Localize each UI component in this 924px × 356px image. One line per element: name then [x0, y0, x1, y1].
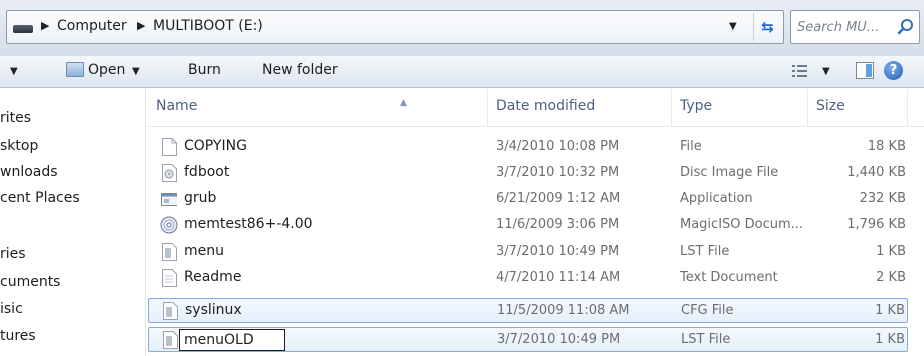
open-dropdown-icon[interactable]: ▼ — [132, 66, 140, 77]
file-name: COPYING — [184, 138, 247, 154]
file-type: LST File — [681, 332, 731, 347]
file-type: Disc Image File — [680, 165, 779, 180]
column-header-date[interactable]: Date modified — [488, 89, 672, 126]
rename-input[interactable] — [179, 329, 285, 351]
command-bar: ▼ Open ▼ Burn New folder ▼ ? — [0, 56, 924, 88]
file-row[interactable]: menu 3/7/2010 10:49 PM LST File 1 KB — [148, 239, 908, 264]
file-type: Application — [680, 191, 753, 206]
header-divider — [148, 126, 924, 127]
file-name: menu — [184, 243, 224, 259]
search-input[interactable] — [797, 18, 893, 36]
file-size: 1,796 KB — [847, 217, 906, 232]
file-type: CFG File — [681, 303, 734, 318]
file-date: 11/6/2009 3:06 PM — [496, 217, 620, 232]
file-size: 2 KB — [876, 270, 906, 285]
file-type: File — [680, 139, 702, 154]
refresh-icon[interactable]: ⇆ — [753, 13, 781, 41]
text-document-icon — [162, 269, 177, 287]
config-file-icon — [163, 302, 178, 320]
file-size: 1 KB — [876, 244, 906, 259]
nav-item-favorites[interactable]: rites — [0, 110, 31, 126]
organize-dropdown-icon[interactable]: ▼ — [10, 66, 18, 77]
file-type: Text Document — [680, 270, 778, 285]
nav-item-music[interactable]: isic — [0, 301, 23, 317]
blank-file-icon — [162, 138, 177, 156]
file-row[interactable]: COPYING 3/4/2010 10:08 PM File 18 KB — [148, 134, 908, 159]
search-box[interactable] — [790, 10, 920, 44]
navigation-pane: rites sktop wnloads cent Places ries cum… — [0, 89, 146, 356]
cd-icon — [160, 216, 178, 234]
text-file-icon — [163, 331, 178, 349]
file-date: 3/7/2010 10:49 PM — [496, 244, 620, 259]
file-name: memtest86+-4.00 — [184, 216, 313, 232]
change-view-icon[interactable] — [792, 64, 808, 78]
column-size-label: Size — [816, 98, 845, 114]
file-name: fdboot — [184, 164, 230, 180]
file-name: grub — [184, 190, 217, 206]
file-row-renaming[interactable]: 3/7/2010 10:49 PM LST File 1 KB — [148, 327, 908, 352]
breadcrumb-separator-icon[interactable]: ▶ — [137, 19, 145, 32]
file-date: 3/7/2010 10:32 PM — [496, 165, 620, 180]
file-date: 11/5/2009 11:08 AM — [497, 303, 630, 318]
nav-item-libraries[interactable]: ries — [0, 246, 26, 262]
computer-icon — [13, 25, 33, 33]
nav-item-pictures[interactable]: tures — [0, 328, 36, 344]
file-size: 1 KB — [875, 332, 905, 347]
file-row[interactable]: Readme 4/7/2010 11:14 AM Text Document 2… — [148, 265, 908, 290]
preview-pane-icon[interactable] — [856, 62, 874, 79]
file-date: 3/4/2010 10:08 PM — [496, 139, 620, 154]
open-button[interactable]: Open — [88, 62, 125, 78]
file-size: 18 KB — [867, 139, 906, 154]
views-dropdown-icon[interactable]: ▼ — [822, 66, 830, 77]
file-name: syslinux — [185, 302, 242, 318]
column-header-type[interactable]: Type — [672, 89, 808, 126]
file-row-selected[interactable]: syslinux 11/5/2009 11:08 AM CFG File 1 K… — [148, 298, 908, 323]
column-type-label: Type — [680, 98, 713, 114]
file-row[interactable]: grub 6/21/2009 1:12 AM Application 232 K… — [148, 186, 908, 211]
text-file-icon — [162, 243, 177, 261]
breadcrumb-separator-icon[interactable]: ▶ — [41, 19, 49, 32]
nav-item-documents[interactable]: cuments — [0, 274, 60, 290]
search-icon[interactable] — [897, 18, 915, 36]
column-header-name[interactable]: Name ▲ — [148, 89, 488, 126]
new-folder-button[interactable]: New folder — [262, 62, 338, 78]
file-size: 232 KB — [859, 191, 906, 206]
file-type: LST File — [680, 244, 730, 259]
nav-item-desktop[interactable]: sktop — [0, 138, 38, 154]
nav-item-downloads[interactable]: wnloads — [0, 164, 58, 180]
nav-item-recent-places[interactable]: cent Places — [0, 190, 80, 206]
breadcrumb-computer[interactable]: Computer — [57, 18, 127, 34]
file-type: MagicISO Docum... — [680, 217, 804, 232]
open-icon[interactable] — [66, 62, 84, 77]
file-date: 6/21/2009 1:12 AM — [496, 191, 621, 206]
file-row[interactable]: fdboot 3/7/2010 10:32 PM Disc Image File… — [148, 160, 908, 185]
sort-ascending-icon: ▲ — [400, 98, 407, 108]
file-size: 1,440 KB — [847, 165, 906, 180]
file-date: 4/7/2010 11:14 AM — [496, 270, 621, 285]
address-bar[interactable]: ▶ Computer ▶ MULTIBOOT (E:) ▼ ⇆ — [6, 10, 784, 44]
address-strip: ▶ Computer ▶ MULTIBOOT (E:) ▼ ⇆ — [0, 0, 924, 56]
breadcrumb-multiboot[interactable]: MULTIBOOT (E:) — [153, 18, 263, 34]
address-dropdown-icon[interactable]: ▼ — [729, 21, 737, 32]
disc-image-file-icon — [162, 164, 177, 182]
application-icon — [161, 193, 177, 206]
file-name: Readme — [184, 269, 242, 285]
file-row[interactable]: memtest86+-4.00 11/6/2009 3:06 PM MagicI… — [148, 212, 908, 237]
column-header-size[interactable]: Size — [808, 89, 908, 126]
column-name-label: Name — [156, 98, 198, 114]
file-list: Name ▲ Date modified Type Size COPYING 3… — [148, 89, 924, 356]
help-icon[interactable]: ? — [884, 61, 903, 80]
file-date: 3/7/2010 10:49 PM — [497, 332, 621, 347]
file-size: 1 KB — [875, 303, 905, 318]
column-date-label: Date modified — [496, 98, 596, 114]
burn-button[interactable]: Burn — [188, 62, 221, 78]
